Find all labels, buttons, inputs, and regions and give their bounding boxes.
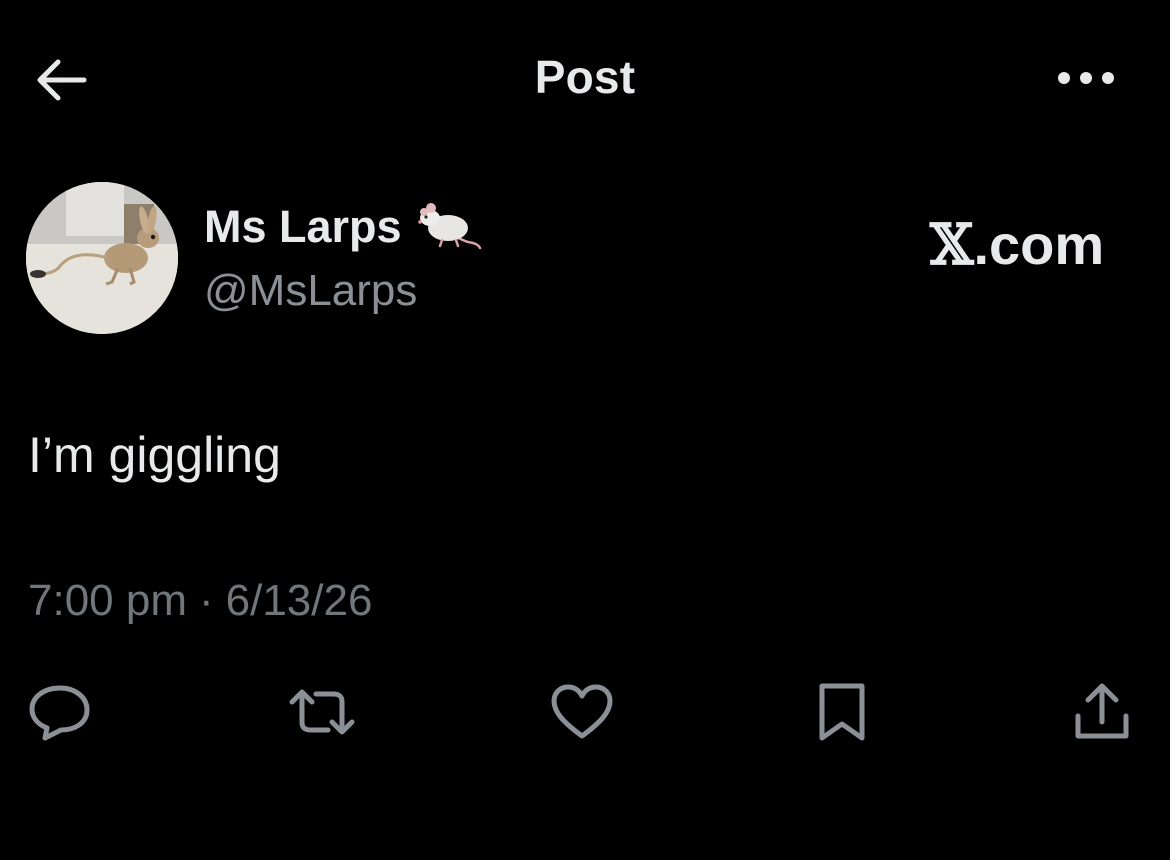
more-options-button[interactable] — [1050, 56, 1122, 100]
heart-icon — [551, 684, 613, 739]
bookmark-button[interactable] — [802, 670, 882, 754]
share-icon — [1075, 683, 1129, 739]
rat-emoji — [417, 203, 481, 250]
like-button[interactable] — [542, 670, 622, 754]
x-logo: 𝕏 — [930, 212, 974, 278]
display-name: Ms Larps — [204, 201, 402, 252]
author-handle[interactable]: @MsLarps — [204, 264, 417, 318]
avatar[interactable] — [26, 182, 178, 334]
post-time[interactable]: 7:00 pm — [28, 574, 187, 628]
more-horizontal-icon — [1058, 72, 1114, 84]
display-name-row[interactable]: Ms Larps — [204, 200, 482, 254]
brand-domain: .com — [973, 213, 1105, 276]
post-date[interactable]: 6/13/26 — [226, 574, 373, 628]
jerboa-photo — [26, 182, 178, 334]
reply-icon — [29, 685, 90, 741]
action-bar — [0, 670, 1170, 754]
brand-watermark: 𝕏 .com — [930, 212, 1130, 278]
page-title: Post — [534, 51, 636, 103]
repost-icon — [289, 689, 355, 735]
top-bar: Post — [0, 0, 1170, 160]
bookmark-icon — [819, 683, 865, 741]
post-timestamp: 7:00 pm · 6/13/26 — [28, 574, 372, 628]
repost-button[interactable] — [282, 670, 362, 754]
share-button[interactable] — [1062, 670, 1142, 754]
timestamp-separator: · — [198, 576, 214, 625]
post-text: I’m giggling — [28, 427, 281, 483]
reply-button[interactable] — [20, 670, 100, 754]
